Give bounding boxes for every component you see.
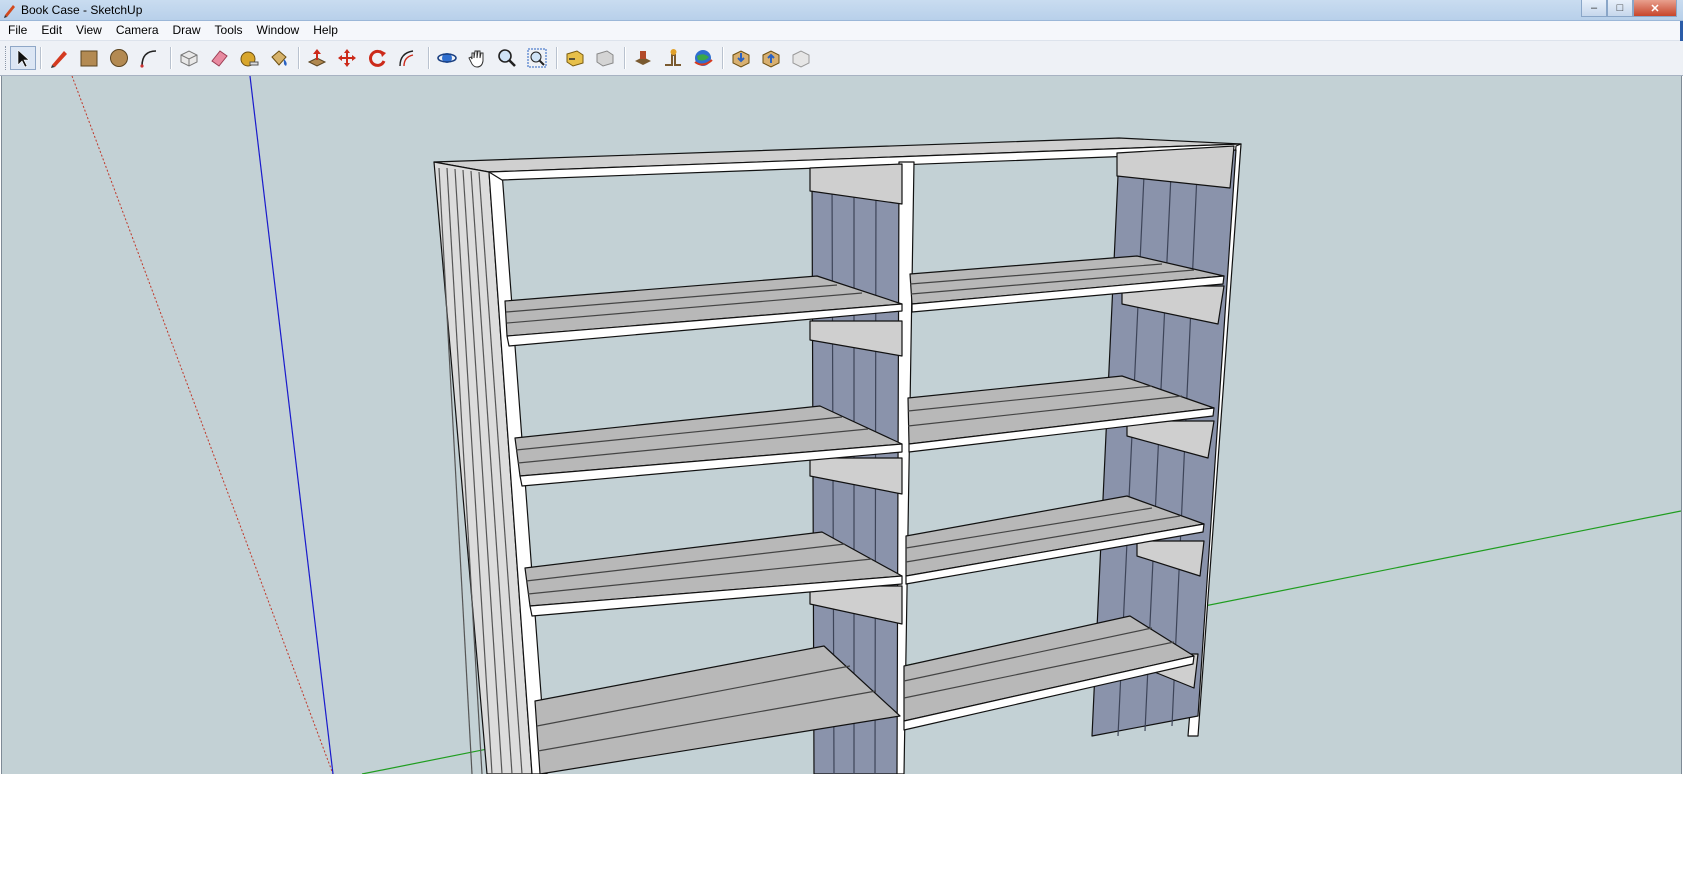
globe-icon <box>694 50 713 66</box>
pan-tool-button[interactable] <box>464 46 490 70</box>
orbit-icon <box>437 53 457 63</box>
title-bar: Book Case - SketchUp – □ ✕ <box>0 0 1683 21</box>
tape-measure-icon <box>240 51 259 67</box>
toolbar-grip[interactable] <box>5 46 9 70</box>
minimize-button[interactable]: – <box>1581 0 1607 17</box>
toggle-terrain-icon <box>665 49 681 66</box>
component-icon <box>180 50 198 67</box>
select-tool-button[interactable] <box>10 46 36 70</box>
share-component-icon <box>792 50 810 68</box>
red-axis <box>71 76 334 774</box>
drawing-area[interactable] <box>1 76 1682 774</box>
move-tool-button[interactable] <box>334 46 360 70</box>
toolbar-separator <box>428 47 430 69</box>
toolbar-separator <box>556 47 558 69</box>
zoom-tool-button[interactable] <box>494 46 520 70</box>
menu-window[interactable]: Window <box>250 21 307 40</box>
circle-tool-button[interactable] <box>106 46 132 70</box>
rotate-icon <box>369 49 386 67</box>
magnifier-icon <box>498 49 516 67</box>
maximize-button[interactable]: □ <box>1607 0 1633 17</box>
toolbar-separator <box>298 47 300 69</box>
make-component-tool-button[interactable] <box>176 46 202 70</box>
menu-tools[interactable]: Tools <box>208 21 250 40</box>
orbit-tool-button[interactable] <box>434 46 460 70</box>
window-title: Book Case - SketchUp <box>21 3 143 17</box>
arc-icon <box>140 50 157 68</box>
arc-tool-button[interactable] <box>136 46 162 70</box>
zoom-extents-icon <box>527 48 547 68</box>
add-location-tool-button[interactable] <box>630 46 656 70</box>
tape-measure-tool-button[interactable] <box>236 46 262 70</box>
eraser-icon <box>211 50 228 67</box>
push-pull-tool-button[interactable] <box>304 46 330 70</box>
arrow-icon <box>17 49 30 68</box>
menu-camera[interactable]: Camera <box>109 21 166 40</box>
toolbar-separator <box>722 47 724 69</box>
menu-draw[interactable]: Draw <box>166 21 208 40</box>
toolbar-separator <box>624 47 626 69</box>
next-view-icon <box>596 50 614 67</box>
hand-icon <box>468 50 484 68</box>
toggle-terrain-tool-button[interactable] <box>660 46 686 70</box>
share-component-tool-button[interactable] <box>788 46 814 70</box>
model-canvas <box>71 76 1681 774</box>
circle-icon <box>110 49 128 67</box>
menu-bar: File Edit View Camera Draw Tools Window … <box>0 21 1683 41</box>
photo-textures-tool-button[interactable] <box>690 46 716 70</box>
get-models-tool-button[interactable] <box>728 46 754 70</box>
push-pull-icon <box>307 49 327 67</box>
next-view-tool-button[interactable] <box>592 46 618 70</box>
get-models-icon <box>732 50 750 68</box>
line-tool-button[interactable] <box>46 46 72 70</box>
menu-edit[interactable]: Edit <box>34 21 69 40</box>
rectangle-tool-button[interactable] <box>76 46 102 70</box>
rectangle-icon <box>80 50 98 67</box>
paint-bucket-tool-button[interactable] <box>266 46 292 70</box>
eraser-tool-button[interactable] <box>206 46 232 70</box>
pencil-icon <box>51 51 67 68</box>
toolbar-separator <box>40 47 42 69</box>
paint-bucket-icon <box>271 50 287 66</box>
rotate-tool-button[interactable] <box>364 46 390 70</box>
menu-file[interactable]: File <box>0 21 34 40</box>
offset-tool-button[interactable] <box>394 46 420 70</box>
offset-icon <box>399 50 414 67</box>
window-controls: – □ ✕ <box>1581 0 1677 17</box>
toolbar-separator <box>170 47 172 69</box>
share-model-icon <box>762 50 780 68</box>
move-icon <box>338 49 356 67</box>
bookcase-model[interactable] <box>433 137 1242 774</box>
previous-view-tool-button[interactable] <box>562 46 588 70</box>
add-location-icon <box>635 51 651 65</box>
share-model-tool-button[interactable] <box>758 46 784 70</box>
close-button[interactable]: ✕ <box>1633 0 1677 17</box>
menu-view[interactable]: View <box>69 21 109 40</box>
zoom-extents-tool-button[interactable] <box>524 46 550 70</box>
sketchup-logo-icon <box>4 5 15 18</box>
blue-axis <box>249 76 334 774</box>
menu-help[interactable]: Help <box>306 21 345 40</box>
main-toolbar <box>0 41 1683 76</box>
previous-view-icon <box>566 50 584 67</box>
